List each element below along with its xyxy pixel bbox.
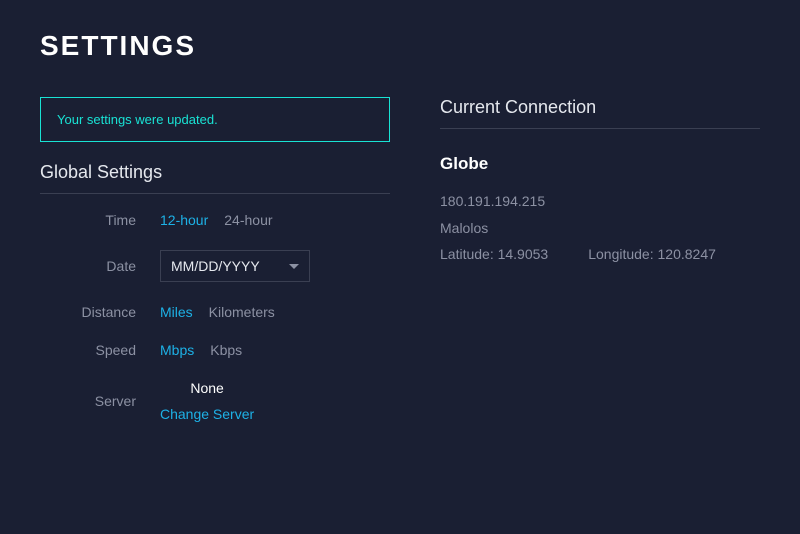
time-row: Time 12-hour 24-hour [40, 212, 390, 228]
change-server-link[interactable]: Change Server [160, 406, 254, 422]
server-value: None [190, 380, 223, 396]
server-row: Server None Change Server [40, 380, 390, 422]
speed-option-mbps[interactable]: Mbps [160, 342, 194, 358]
right-column: Current Connection Globe 180.191.194.215… [440, 97, 760, 444]
date-row: Date MM/DD/YYYY [40, 250, 390, 282]
date-format-select[interactable]: MM/DD/YYYY [160, 250, 310, 282]
isp-name: Globe [440, 154, 760, 174]
distance-option-kilometers[interactable]: Kilometers [209, 304, 275, 320]
page-title: SETTINGS [40, 30, 760, 62]
date-format-selected: MM/DD/YYYY [171, 258, 260, 274]
global-settings-heading: Global Settings [40, 162, 390, 194]
left-column: Your settings were updated. Global Setti… [40, 97, 390, 444]
distance-row: Distance Miles Kilometers [40, 304, 390, 320]
chevron-down-icon [289, 264, 299, 269]
current-connection-heading: Current Connection [440, 97, 760, 129]
distance-label: Distance [40, 304, 160, 320]
time-option-12-hour[interactable]: 12-hour [160, 212, 208, 228]
success-alert-text: Your settings were updated. [57, 112, 218, 127]
date-label: Date [40, 258, 160, 274]
city: Malolos [440, 215, 760, 242]
speed-row: Speed Mbps Kbps [40, 342, 390, 358]
speed-option-kbps[interactable]: Kbps [210, 342, 242, 358]
distance-option-miles[interactable]: Miles [160, 304, 193, 320]
connection-info: 180.191.194.215 Malolos Latitude: 14.905… [440, 188, 760, 268]
longitude: Longitude: 120.8247 [588, 241, 716, 268]
success-alert: Your settings were updated. [40, 97, 390, 142]
ip-address: 180.191.194.215 [440, 188, 760, 215]
speed-label: Speed [40, 342, 160, 358]
content-columns: Your settings were updated. Global Setti… [40, 97, 760, 444]
time-option-24-hour[interactable]: 24-hour [224, 212, 272, 228]
time-label: Time [40, 212, 160, 228]
settings-rows: Time 12-hour 24-hour Date MM/DD/YYYY Dis… [40, 212, 390, 422]
server-label: Server [40, 393, 160, 409]
latitude: Latitude: 14.9053 [440, 241, 548, 268]
